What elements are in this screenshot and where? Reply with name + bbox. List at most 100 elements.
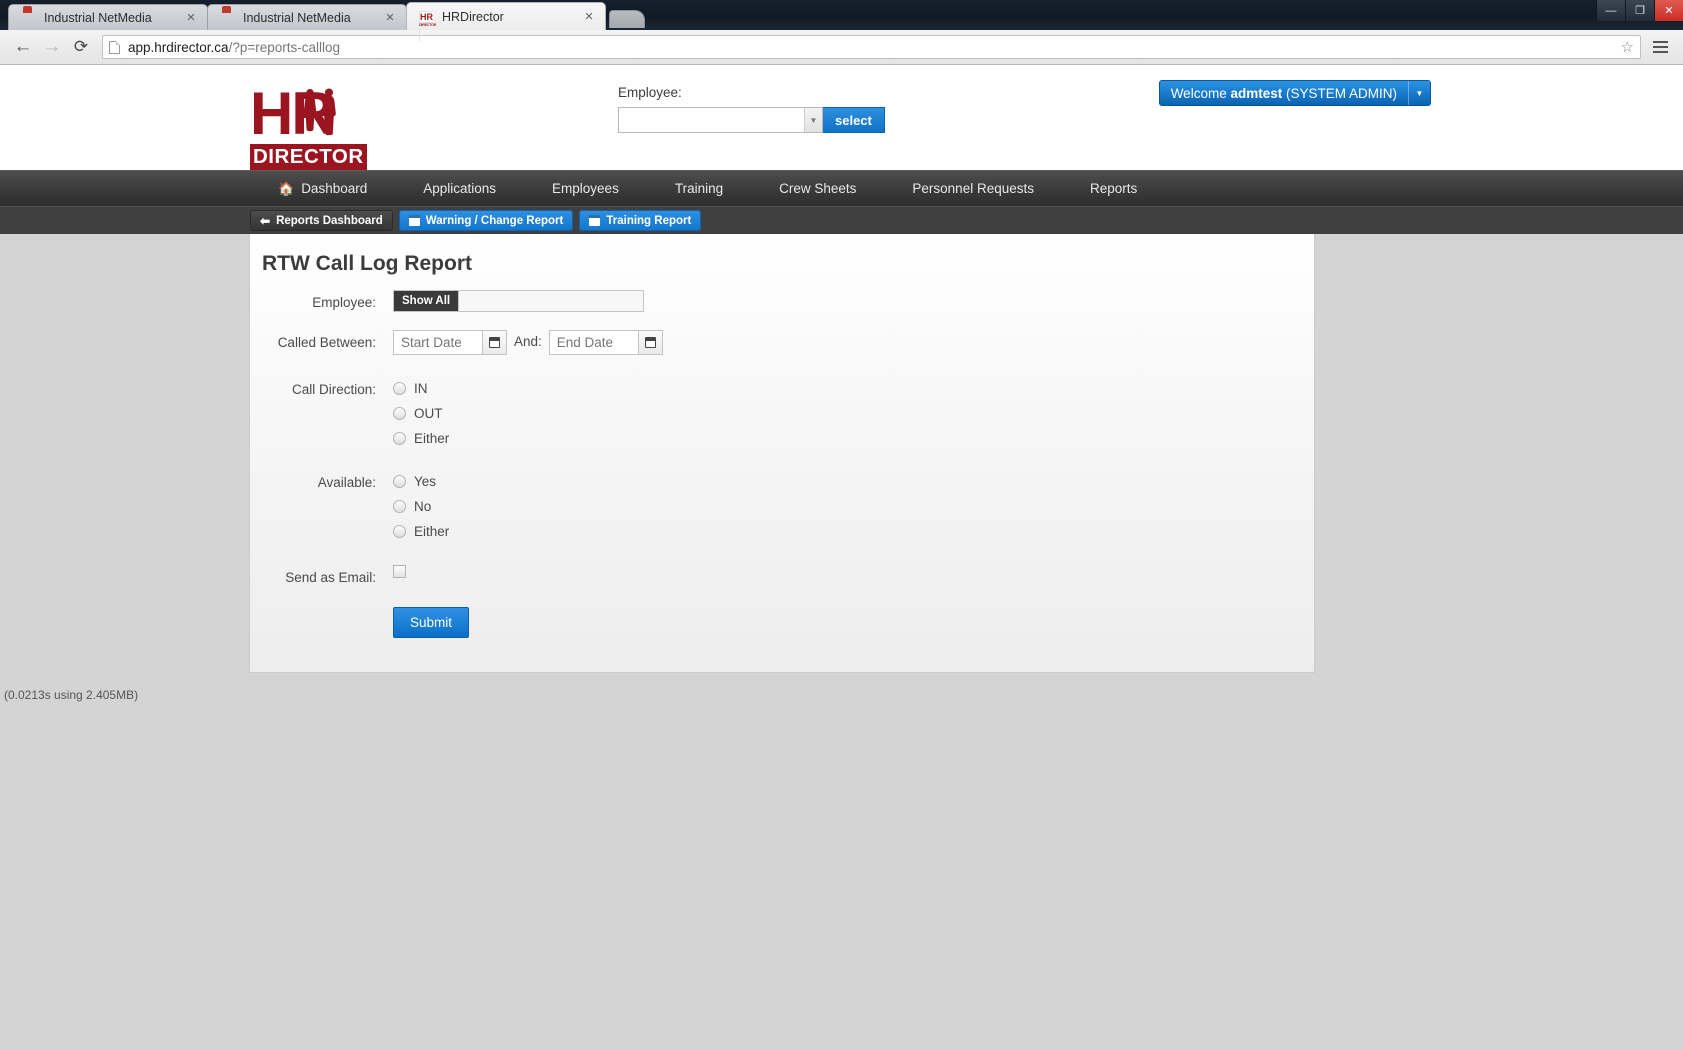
page-info-icon	[109, 40, 120, 54]
hrdirector-logo[interactable]: HR DIRECTOR	[250, 84, 370, 170]
start-date-group	[393, 330, 507, 355]
window-close-button[interactable]: ✕	[1654, 0, 1683, 21]
sub-navigation: ⬅ Reports Dashboard Warning / Change Rep…	[0, 206, 1683, 234]
calendar-icon	[408, 215, 420, 226]
start-date-picker-button[interactable]	[483, 330, 507, 355]
hrdirector-favicon-icon: HR DIRECTOR	[419, 9, 436, 41]
netmedia-favicon-icon	[220, 10, 236, 26]
radio-icon[interactable]	[393, 475, 406, 488]
window-minimize-button[interactable]: —	[1596, 0, 1625, 21]
radio-label: IN	[414, 381, 428, 396]
tab-title: Industrial NetMedia	[243, 10, 351, 25]
subnav-label: Reports Dashboard	[276, 214, 383, 227]
and-label: And:	[514, 334, 542, 349]
radio-icon[interactable]	[393, 432, 406, 445]
url-path: /?p=reports-calllog	[228, 39, 340, 55]
browser-chrome: Industrial NetMedia × Industrial NetMedi…	[0, 0, 1683, 65]
radio-icon[interactable]	[393, 500, 406, 513]
employee-select-input[interactable]: ▼	[618, 107, 823, 133]
employee-lookup-group: Show All	[393, 290, 645, 312]
calendar-icon	[489, 337, 500, 348]
page-render-stats: (0.0213s using 2.405MB)	[4, 688, 139, 702]
forward-icon[interactable]: →	[39, 34, 65, 60]
back-arrow-icon: ⬅	[260, 213, 271, 228]
end-date-picker-button[interactable]	[638, 330, 663, 355]
employee-search-input[interactable]	[458, 291, 644, 311]
netmedia-favicon-icon	[21, 10, 37, 26]
tab-close-icon[interactable]: ×	[581, 9, 597, 25]
employee-selector-block: Employee: ▼ select	[618, 85, 885, 133]
radio-available-yes[interactable]: Yes	[393, 474, 449, 489]
window-controls: — ❐ ✕	[1596, 0, 1683, 21]
main-navigation: 🏠 Dashboard Applications Employees Traini…	[0, 170, 1683, 206]
available-radio-group: Yes No Either	[393, 470, 449, 539]
address-bar[interactable]: app.hrdirector.ca /?p=reports-calllog ☆	[102, 35, 1641, 59]
user-account-menu[interactable]: Welcome admtest (SYSTEM ADMIN) ▼	[1158, 80, 1431, 106]
bookmark-star-icon[interactable]: ☆	[1621, 38, 1634, 56]
browser-titlebar: Industrial NetMedia × Industrial NetMedi…	[0, 0, 1683, 41]
reload-icon[interactable]: ⟳	[68, 34, 94, 60]
show-all-button[interactable]: Show All	[394, 291, 459, 311]
submit-button[interactable]: Submit	[393, 607, 470, 638]
welcome-text: Welcome admtest (SYSTEM ADMIN)	[1160, 86, 1408, 101]
radio-icon[interactable]	[393, 525, 406, 538]
subnav-warning-change-report[interactable]: Warning / Change Report	[398, 210, 574, 231]
tab-title: HRDirector	[442, 9, 504, 24]
radio-call-direction-either[interactable]: Either	[393, 431, 449, 446]
page-title: RTW Call Log Report	[262, 252, 472, 275]
end-date-input[interactable]	[548, 330, 639, 355]
subnav-label: Warning / Change Report	[425, 214, 564, 227]
form-row-send-as-email: Send as Email:	[250, 565, 1314, 585]
new-tab-button[interactable]	[609, 10, 645, 28]
logo-figures-icon	[303, 88, 336, 136]
back-icon[interactable]: ←	[10, 34, 36, 60]
radio-available-no[interactable]: No	[393, 499, 449, 514]
employee-select-button[interactable]: select	[823, 107, 885, 133]
radio-icon[interactable]	[393, 407, 406, 420]
radio-available-either[interactable]: Either	[393, 524, 449, 539]
tab-close-icon[interactable]: ×	[183, 10, 199, 26]
nav-item-training[interactable]: Training	[647, 171, 751, 207]
subnav-training-report[interactable]: Training Report	[579, 210, 702, 231]
nav-item-applications[interactable]: Applications	[395, 171, 524, 207]
employee-selector-label: Employee:	[618, 85, 682, 100]
radio-call-direction-in[interactable]: IN	[393, 381, 449, 396]
form-row-called-between: Called Between: And:	[250, 330, 1314, 355]
calendar-icon	[589, 215, 601, 226]
home-icon: 🏠	[278, 180, 295, 196]
employee-field-label: Employee:	[312, 295, 376, 310]
chevron-down-icon[interactable]: ▼	[804, 108, 822, 132]
nav-item-crew-sheets[interactable]: Crew Sheets	[751, 171, 884, 207]
welcome-prefix: Welcome	[1170, 85, 1231, 101]
radio-label: Yes	[414, 474, 437, 489]
nav-label: Applications	[423, 181, 497, 196]
browser-toolbar: ← → ⟳ app.hrdirector.ca /?p=reports-call…	[0, 30, 1683, 65]
nav-label: Dashboard	[301, 181, 368, 196]
browser-tab-active[interactable]: HR DIRECTOR HRDirector ×	[406, 2, 606, 41]
start-date-input[interactable]	[393, 330, 483, 355]
nav-label: Crew Sheets	[779, 181, 857, 196]
window-maximize-button[interactable]: ❐	[1625, 0, 1654, 21]
radio-label: Either	[414, 524, 450, 539]
tab-close-icon[interactable]: ×	[382, 10, 398, 26]
hamburger-menu-icon[interactable]	[1647, 41, 1673, 53]
nav-item-reports[interactable]: Reports	[1062, 171, 1165, 207]
url-host: app.hrdirector.ca	[128, 39, 229, 55]
welcome-role: (SYSTEM ADMIN)	[1282, 85, 1397, 101]
radio-label: OUT	[414, 406, 443, 421]
welcome-username: admtest	[1230, 85, 1283, 101]
nav-label: Training	[674, 181, 724, 196]
nav-item-dashboard[interactable]: 🏠 Dashboard	[250, 171, 395, 207]
radio-icon[interactable]	[393, 382, 406, 395]
calendar-icon	[644, 337, 656, 348]
radio-call-direction-out[interactable]: OUT	[393, 406, 449, 421]
tab-title: Industrial NetMedia	[44, 10, 152, 25]
nav-item-employees[interactable]: Employees	[524, 171, 647, 207]
browser-tab[interactable]: Industrial NetMedia ×	[8, 4, 208, 30]
send-as-email-checkbox[interactable]	[393, 565, 406, 578]
subnav-reports-dashboard[interactable]: ⬅ Reports Dashboard	[250, 210, 393, 231]
browser-tab[interactable]: Industrial NetMedia ×	[207, 4, 407, 30]
nav-item-personnel-requests[interactable]: Personnel Requests	[884, 171, 1062, 207]
chevron-down-icon[interactable]: ▼	[1408, 81, 1430, 105]
tab-strip: Industrial NetMedia × Industrial NetMedi…	[8, 0, 645, 41]
